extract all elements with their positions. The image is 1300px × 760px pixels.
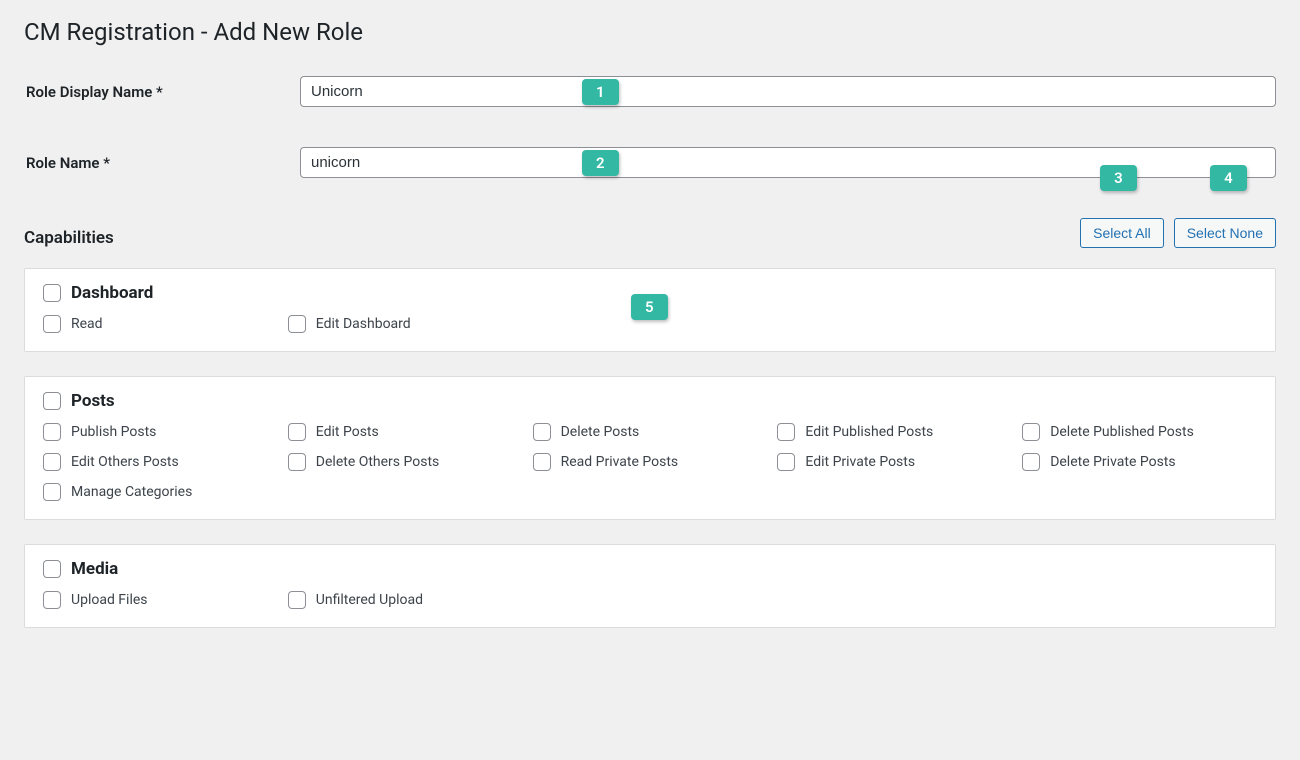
capability-item[interactable]: Manage Categories (43, 483, 278, 501)
capability-section: Media Upload Files Unfiltered Upload (24, 544, 1276, 628)
capability-checkbox[interactable] (43, 423, 61, 441)
capability-checkbox[interactable] (43, 591, 61, 609)
capability-item[interactable]: Upload Files (43, 591, 278, 609)
capability-section: Posts Publish Posts Edit Posts Delete Posts… (24, 376, 1276, 520)
capability-checkbox[interactable] (288, 453, 306, 471)
role-name-row: Role Name * 2 (24, 147, 1276, 178)
capability-checkbox[interactable] (1022, 453, 1040, 471)
capability-item[interactable]: Edit Others Posts (43, 453, 278, 471)
capability-item[interactable]: Unfiltered Upload (288, 591, 523, 609)
capability-checkbox[interactable] (43, 315, 61, 333)
capability-item[interactable]: Delete Posts (533, 423, 768, 441)
role-display-name-row: Role Display Name * 1 (24, 76, 1276, 107)
section-checkbox[interactable] (43, 284, 61, 302)
capability-checkbox[interactable] (533, 453, 551, 471)
capability-label: Upload Files (71, 592, 148, 608)
capability-checkbox[interactable] (777, 423, 795, 441)
annotation-badge-2: 2 (582, 150, 619, 176)
capability-label: Publish Posts (71, 424, 156, 440)
capability-checkbox[interactable] (43, 453, 61, 471)
role-display-name-input[interactable] (300, 76, 1276, 107)
capability-checkbox[interactable] (1022, 423, 1040, 441)
capability-label: Edit Published Posts (805, 424, 933, 440)
role-name-label: Role Name * (24, 154, 300, 172)
section-checkbox[interactable] (43, 392, 61, 410)
page-title: CM Registration - Add New Role (24, 18, 1276, 46)
section-title: Posts (71, 391, 115, 411)
capabilities-title: Capabilities (24, 228, 114, 248)
capability-label: Delete Others Posts (316, 454, 439, 470)
capability-item[interactable]: Delete Others Posts (288, 453, 523, 471)
capability-label: Edit Posts (316, 424, 379, 440)
capability-label: Unfiltered Upload (316, 592, 423, 608)
capability-checkbox[interactable] (288, 423, 306, 441)
select-all-button[interactable]: Select All (1080, 218, 1164, 248)
capability-label: Edit Others Posts (71, 454, 179, 470)
select-none-button[interactable]: Select None (1174, 218, 1276, 248)
capability-checkbox[interactable] (777, 453, 795, 471)
capability-item[interactable]: Read (43, 315, 278, 333)
capability-item[interactable]: Edit Posts (288, 423, 523, 441)
role-display-name-label: Role Display Name * (24, 83, 300, 101)
section-title: Media (71, 559, 118, 579)
capability-label: Edit Private Posts (805, 454, 915, 470)
capability-label: Delete Posts (561, 424, 640, 440)
annotation-badge-4: 4 (1210, 165, 1247, 191)
capability-checkbox[interactable] (288, 315, 306, 333)
capabilities-header: Capabilities 3 4 Select All Select None (24, 218, 1276, 248)
section-checkbox[interactable] (43, 560, 61, 578)
capability-section: Dashboard Read Edit Dashboard 5 (24, 268, 1276, 352)
annotation-badge-5: 5 (631, 294, 668, 320)
capability-item[interactable]: Edit Dashboard (288, 315, 523, 333)
capability-label: Edit Dashboard (316, 316, 411, 332)
capability-item[interactable]: Delete Published Posts (1022, 423, 1257, 441)
capability-item[interactable]: Publish Posts (43, 423, 278, 441)
annotation-badge-1: 1 (582, 79, 619, 105)
capability-label: Read (71, 316, 103, 332)
capability-label: Manage Categories (71, 484, 192, 500)
capability-item[interactable]: Delete Private Posts (1022, 453, 1257, 471)
capability-item[interactable]: Edit Private Posts (777, 453, 1012, 471)
capability-label: Delete Published Posts (1050, 424, 1194, 440)
capability-checkbox[interactable] (533, 423, 551, 441)
capability-checkbox[interactable] (288, 591, 306, 609)
capability-item[interactable]: Edit Published Posts (777, 423, 1012, 441)
capability-checkbox[interactable] (43, 483, 61, 501)
annotation-badge-3: 3 (1100, 165, 1137, 191)
section-title: Dashboard (71, 283, 153, 303)
capability-label: Delete Private Posts (1050, 454, 1175, 470)
capability-label: Read Private Posts (561, 454, 679, 470)
capability-item[interactable]: Read Private Posts (533, 453, 768, 471)
